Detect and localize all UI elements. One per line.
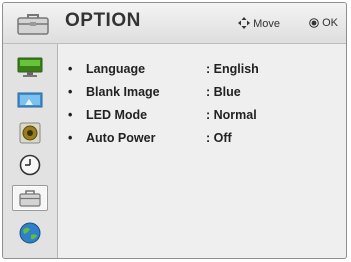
ok-hint: OK: [309, 17, 338, 29]
tab-picture[interactable]: [12, 54, 48, 80]
bullet: •: [68, 108, 73, 122]
list-item[interactable]: • LED Mode : Normal: [58, 108, 346, 126]
setting-label: Auto Power: [86, 131, 156, 145]
option-menu-window: OPTION Move OK • Language: English • Bl…: [2, 2, 347, 259]
setting-label: Language: [86, 62, 146, 76]
bullet: •: [68, 85, 73, 99]
tab-audio[interactable]: [12, 120, 48, 146]
setting-label: Blank Image: [86, 85, 160, 99]
speaker-icon: [19, 122, 41, 144]
setting-label: LED Mode: [86, 108, 148, 122]
category-sidebar: [3, 44, 58, 258]
setting-value: : Blue: [206, 85, 241, 99]
bullet: •: [68, 131, 73, 145]
ok-hint-label: OK: [322, 17, 338, 29]
setting-value: : English: [206, 62, 259, 76]
page-title: OPTION: [65, 10, 141, 31]
screen-icon: [17, 92, 43, 108]
tab-screen[interactable]: [12, 87, 48, 113]
list-item[interactable]: • Blank Image : Blue: [58, 85, 346, 103]
tab-network[interactable]: [12, 220, 48, 246]
monitor-icon: [17, 57, 43, 77]
move-hint-label: Move: [253, 18, 280, 30]
menu-header: OPTION Move OK: [3, 3, 346, 44]
bullet: •: [68, 62, 73, 76]
ok-button-icon: [309, 18, 319, 28]
tab-time[interactable]: [12, 152, 48, 178]
settings-list: • Language : English • Blank Image : Blu…: [58, 44, 346, 258]
list-item[interactable]: • Auto Power : Off: [58, 131, 346, 149]
globe-icon: [19, 222, 41, 244]
navigate-arrows-icon: [238, 17, 251, 29]
setting-value: : Normal: [206, 108, 257, 122]
clock-icon: [19, 154, 41, 176]
setting-value: : Off: [206, 131, 232, 145]
toolbox-icon: [19, 190, 41, 207]
move-hint: Move: [238, 17, 280, 30]
tab-option[interactable]: [12, 185, 48, 211]
list-item[interactable]: • Language : English: [58, 62, 346, 80]
toolbox-icon: [17, 14, 49, 35]
